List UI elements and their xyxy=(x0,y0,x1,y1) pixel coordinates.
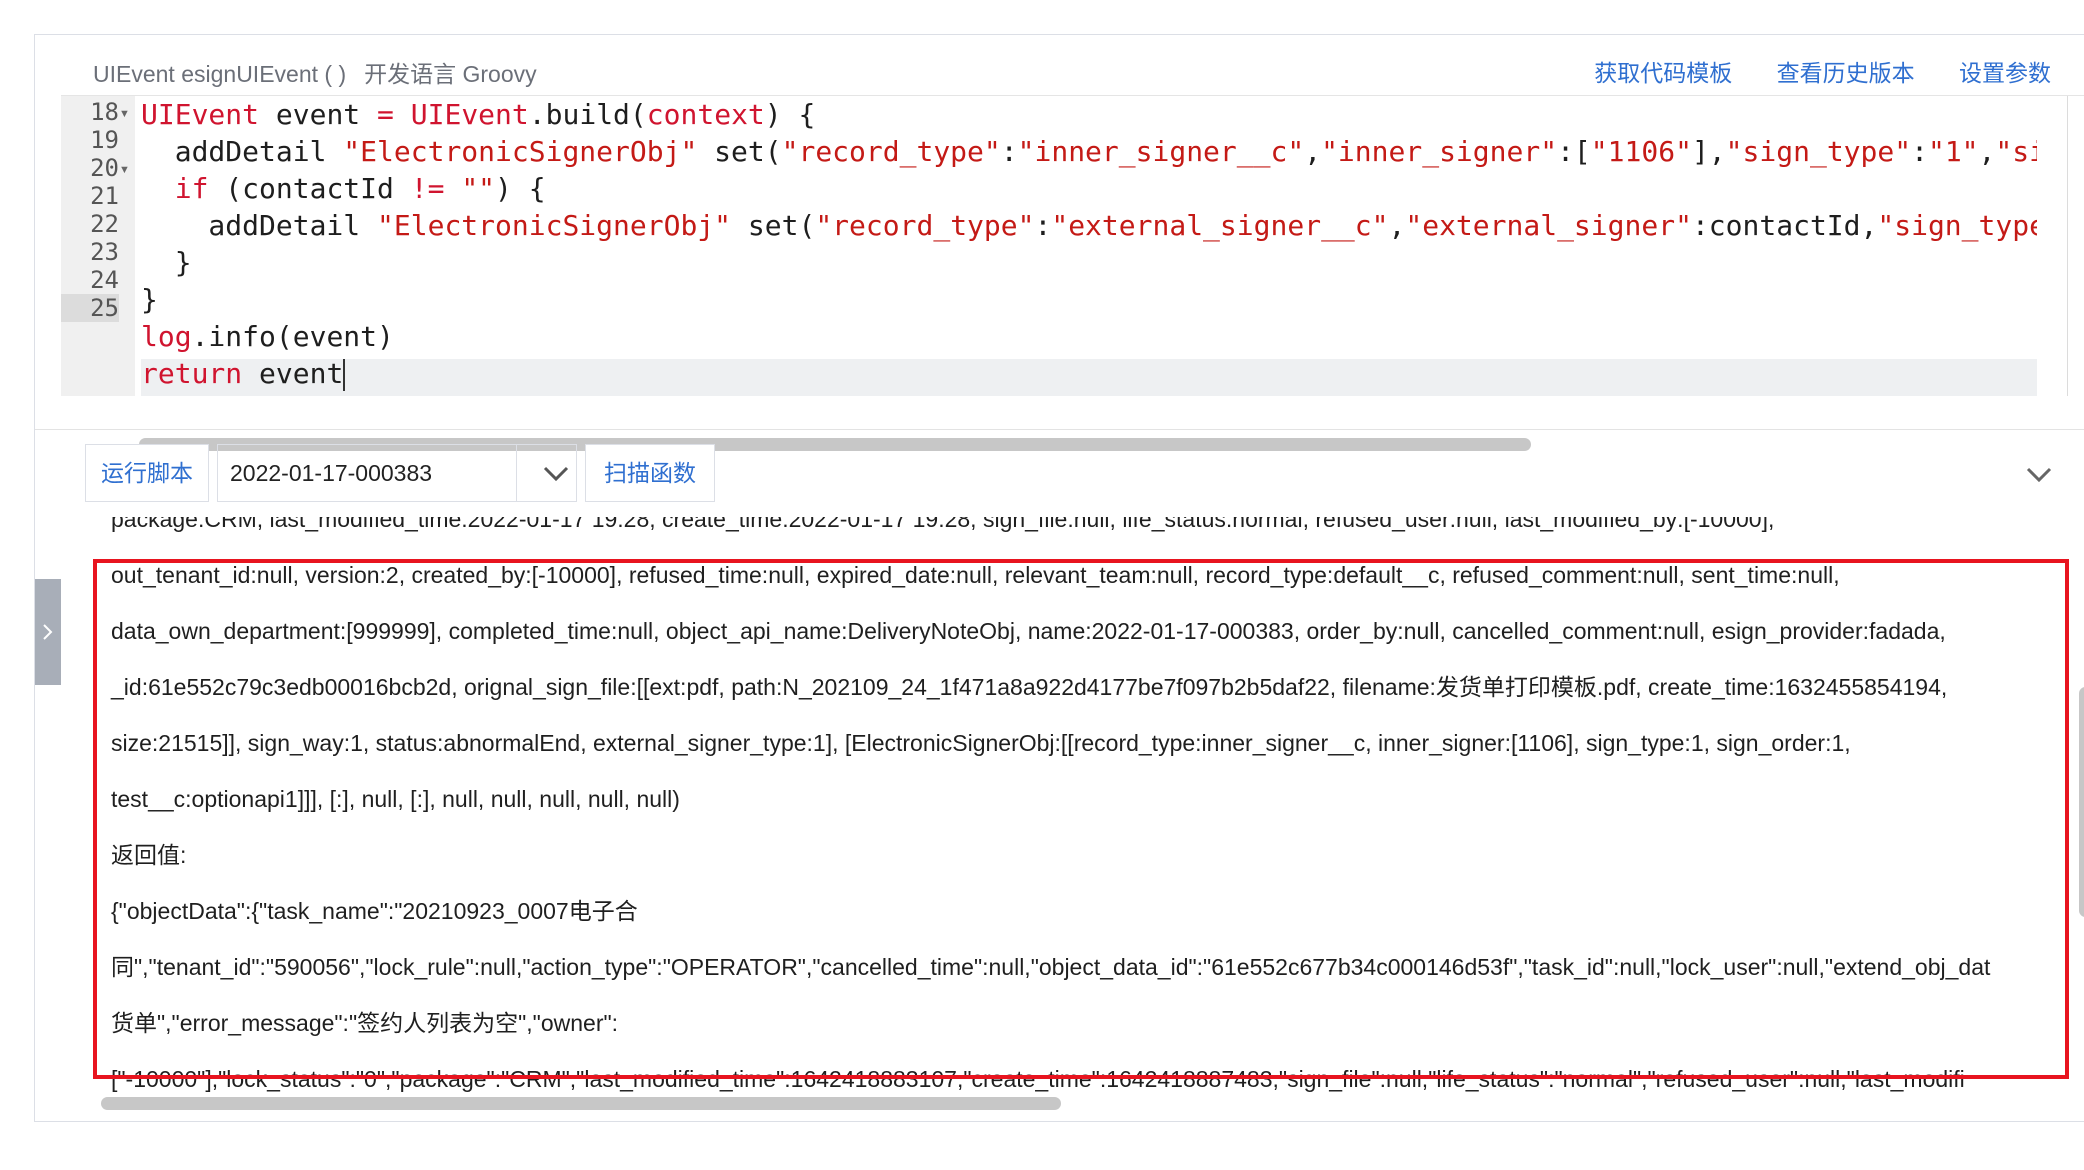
get-code-template-link[interactable]: 获取代码模板 xyxy=(1594,60,1732,86)
code-line: UIEvent event = UIEvent.build(context) { xyxy=(141,98,816,131)
function-signature: UIEvent esignUIEvent ( ) xyxy=(93,61,347,87)
view-history-link[interactable]: 查看历史版本 xyxy=(1777,60,1915,86)
chevron-right-icon xyxy=(43,624,53,640)
fold-arrow-icon[interactable]: ▼ xyxy=(119,164,130,176)
highlight-annotation-box xyxy=(93,559,2069,1079)
console-vertical-scrollbar[interactable] xyxy=(2079,687,2084,917)
console-horizontal-scrollbar[interactable] xyxy=(101,1097,1061,1110)
code-line: addDetail "ElectronicSignerObj" set("rec… xyxy=(141,209,2037,242)
code-editor[interactable]: 18 ▼ 19 20 ▼ 21 22 23 24 25 UIEvent even… xyxy=(61,95,2084,451)
header-links: 获取代码模板 查看历史版本 设置参数 xyxy=(1556,54,2051,88)
code-line: } xyxy=(141,246,192,279)
line-number-current: 25 xyxy=(61,294,119,322)
settings-link[interactable]: 设置参数 xyxy=(1959,60,2051,86)
run-script-button[interactable]: 运行脚本 xyxy=(85,444,209,502)
side-expand-tab[interactable] xyxy=(35,579,61,685)
code-line: return event xyxy=(141,357,346,391)
code-area[interactable]: UIEvent event = UIEvent.build(context) {… xyxy=(141,96,2037,396)
code-line: } xyxy=(141,283,158,316)
function-title: UIEvent esignUIEvent ( ) 开发语言 Groovy xyxy=(93,55,537,89)
chevron-down-icon[interactable] xyxy=(536,453,576,493)
code-line: log.info(event) xyxy=(141,320,394,353)
scan-functions-button[interactable]: 扫描函数 xyxy=(585,444,715,502)
line-number: 21 xyxy=(90,182,119,210)
line-number-gutter: 18 ▼ 19 20 ▼ 21 22 23 24 25 xyxy=(61,96,135,396)
run-toolbar: 运行脚本 2022-01-17-000383 扫描函数 xyxy=(35,429,2084,518)
line-number: 19 xyxy=(90,126,119,154)
panel-header: UIEvent esignUIEvent ( ) 开发语言 Groovy 获取代码… xyxy=(35,35,2084,95)
line-number: 22 xyxy=(90,210,119,238)
language-label: 开发语言 Groovy xyxy=(364,61,537,87)
line-number: 23 xyxy=(90,238,119,266)
text-cursor xyxy=(343,359,346,391)
record-select-value: 2022-01-17-000383 xyxy=(230,460,433,486)
line-number: 20 xyxy=(90,154,119,182)
code-line: if (contactId != "") { xyxy=(174,172,546,205)
line-number: 24 xyxy=(90,266,119,294)
code-line: addDetail "ElectronicSignerObj" set("rec… xyxy=(141,135,2037,168)
select-divider xyxy=(516,445,517,501)
console-line: package:CRM, last_modified_time:2022-01-… xyxy=(111,517,1775,532)
active-line-highlight xyxy=(141,359,2037,396)
editor-divider xyxy=(2067,96,2068,396)
record-select[interactable]: 2022-01-17-000383 xyxy=(217,444,577,502)
line-number: 18 xyxy=(90,98,119,126)
script-editor-panel: UIEvent esignUIEvent ( ) 开发语言 Groovy 获取代码… xyxy=(34,34,2084,1122)
console-output[interactable]: package:CRM, last_modified_time:2022-01-… xyxy=(61,517,2084,1121)
fold-arrow-icon[interactable]: ▼ xyxy=(119,108,130,120)
collapse-chevron-icon[interactable] xyxy=(2023,458,2055,490)
